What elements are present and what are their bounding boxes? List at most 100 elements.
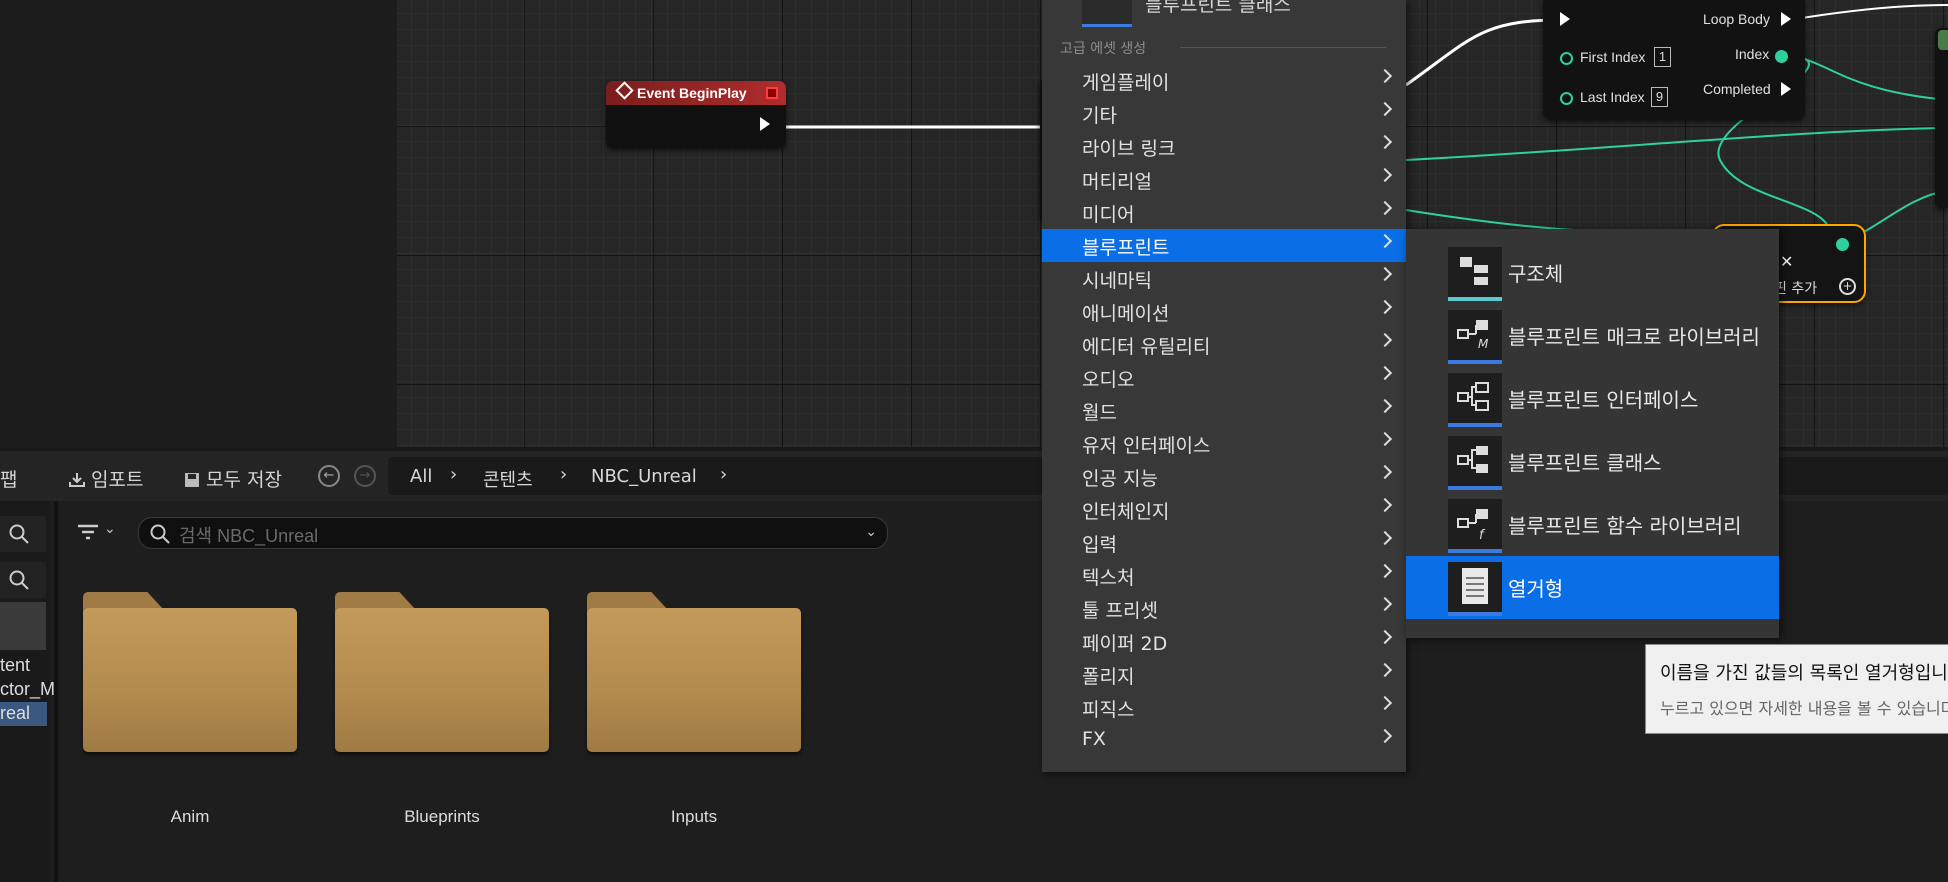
forward-icon[interactable]: → xyxy=(354,465,376,487)
breadcrumb-chevron-icon[interactable]: › xyxy=(560,464,567,485)
search-icon xyxy=(9,570,29,590)
struct-icon xyxy=(1460,257,1488,285)
exec-out-pin[interactable] xyxy=(760,117,770,131)
tree-item-nbc-unreal[interactable]: real xyxy=(0,703,30,724)
last-index-value[interactable]: 9 xyxy=(1651,87,1668,107)
last-index-label: Last Index xyxy=(1580,89,1645,105)
add-pin-label[interactable]: 핀 추가 xyxy=(1774,278,1817,298)
menu-item[interactable]: 시네마틱 xyxy=(1042,262,1406,295)
panel-splitter[interactable] xyxy=(54,501,58,882)
breadcrumb-nbc-unreal[interactable]: NBC_Unreal xyxy=(591,466,697,487)
submenu-item[interactable]: f 블루프린트 함수 라이브러리 xyxy=(1406,493,1779,556)
submenu-item[interactable]: M 블루프린트 매크로 라이브러리 xyxy=(1406,304,1779,367)
chevron-right-icon xyxy=(1377,266,1393,282)
advanced-asset-section-header: 고급 에셋 생성 xyxy=(1060,41,1147,57)
menu-item[interactable]: 인터체인지 xyxy=(1042,493,1406,526)
chevron-right-icon xyxy=(1377,431,1393,447)
menu-item[interactable]: 피직스 xyxy=(1042,691,1406,724)
submenu-item[interactable]: 구조체 xyxy=(1406,241,1779,304)
index-pin[interactable] xyxy=(1775,50,1788,63)
tree-search-button[interactable] xyxy=(0,516,46,552)
menu-item-blueprint-class[interactable]: 블루프린트 클래스 xyxy=(1145,0,1291,17)
tree-search-button-2[interactable] xyxy=(0,562,46,598)
tree-header-selected[interactable] xyxy=(0,602,46,650)
menu-item[interactable]: 입력 xyxy=(1042,526,1406,559)
first-index-pin[interactable] xyxy=(1560,52,1573,65)
asset-thumbnail xyxy=(1448,436,1502,490)
first-index-value[interactable]: 1 xyxy=(1654,47,1671,67)
tree-item-content[interactable]: tent xyxy=(0,655,30,676)
menu-item-label: 유저 인터페이스 xyxy=(1082,435,1211,457)
menu-item[interactable]: 미디어 xyxy=(1042,196,1406,229)
loop-body-pin[interactable] xyxy=(1781,12,1791,26)
submenu-item-label: 블루프린트 함수 라이브러리 xyxy=(1508,514,1742,538)
breadcrumb-content[interactable]: 콘텐츠 xyxy=(483,466,533,492)
delegate-pin-icon[interactable] xyxy=(766,87,778,99)
submenu-item[interactable]: 열거형 xyxy=(1406,556,1779,619)
filter-button[interactable]: ⌄ xyxy=(74,518,128,546)
chevron-right-icon xyxy=(1377,101,1393,117)
menu-item-label: 페이퍼 2D xyxy=(1082,633,1168,655)
submenu-item[interactable]: 블루프린트 인터페이스 xyxy=(1406,367,1779,430)
chevron-right-icon xyxy=(1377,695,1393,711)
menu-item[interactable]: 머티리얼 xyxy=(1042,163,1406,196)
menu-item-label: 텍스처 xyxy=(1082,567,1135,589)
breadcrumb-chevron-icon[interactable]: › xyxy=(450,464,457,485)
tooltip-description: 이름을 가진 값들의 목록인 열거형입니다 xyxy=(1660,663,1948,684)
menu-item[interactable]: 기타 xyxy=(1042,97,1406,130)
exec-in-pin[interactable] xyxy=(1560,12,1570,26)
function-library-icon: f xyxy=(1457,509,1488,543)
completed-pin[interactable] xyxy=(1781,82,1791,96)
close-icon[interactable]: ✕ xyxy=(1780,252,1793,271)
submenu-item[interactable]: 블루프린트 클래스 xyxy=(1406,430,1779,493)
search-placeholder: 검색 NBC_Unreal xyxy=(179,526,319,546)
menu-item[interactable]: 오디오 xyxy=(1042,361,1406,394)
for-loop-node[interactable]: Loop Body First Index 1 Index Last Index… xyxy=(1543,0,1805,120)
menu-item[interactable]: 텍스처 xyxy=(1042,559,1406,592)
asset-thumbnail: f xyxy=(1448,499,1502,553)
save-all-button[interactable]: 모두 저장 xyxy=(183,465,282,492)
menu-item[interactable]: 페이퍼 2D xyxy=(1042,625,1406,658)
section-divider xyxy=(1180,47,1386,48)
chevron-right-icon xyxy=(1377,662,1393,678)
menu-item[interactable]: 월드 xyxy=(1042,394,1406,427)
menu-item[interactable]: FX xyxy=(1042,724,1406,757)
chevron-right-icon xyxy=(1377,629,1393,645)
breadcrumb-all[interactable]: All xyxy=(410,466,432,487)
menu-item[interactable]: 블루프린트 xyxy=(1042,229,1406,262)
output-pin[interactable] xyxy=(1836,238,1849,251)
add-pin-icon[interactable]: + xyxy=(1839,278,1856,295)
asset-search-input[interactable]: 검색 NBC_Unreal ⌄ xyxy=(138,517,888,549)
blueprint-class-icon xyxy=(1457,446,1488,473)
menu-item[interactable]: 폴리지 xyxy=(1042,658,1406,691)
back-icon[interactable]: ← xyxy=(318,465,340,487)
menu-item-label: 툴 프리셋 xyxy=(1082,600,1158,622)
chevron-down-icon[interactable]: ⌄ xyxy=(865,524,877,540)
filter-icon xyxy=(78,524,98,540)
menu-item-label: 에디터 유틸리티 xyxy=(1082,336,1211,358)
event-beginplay-node[interactable]: Event BeginPlay xyxy=(606,81,786,148)
menu-item[interactable]: 인공 지능 xyxy=(1042,460,1406,493)
folder-blueprints[interactable] xyxy=(335,592,549,752)
tree-item-actor[interactable]: ctor_M xyxy=(0,679,55,700)
menu-item[interactable]: 라이브 링크 xyxy=(1042,130,1406,163)
menu-item[interactable]: 유저 인터페이스 xyxy=(1042,427,1406,460)
menu-item[interactable]: 툴 프리셋 xyxy=(1042,592,1406,625)
graph-node-partial-right[interactable] xyxy=(1935,28,1948,208)
menu-item[interactable]: 애니메이션 xyxy=(1042,295,1406,328)
folder-inputs[interactable] xyxy=(587,592,801,752)
chevron-right-icon xyxy=(1377,728,1393,744)
menu-item[interactable]: 에디터 유틸리티 xyxy=(1042,328,1406,361)
menu-item[interactable]: 게임플레이 xyxy=(1042,64,1406,97)
menu-item-label: 폴리지 xyxy=(1082,666,1135,688)
chevron-right-icon xyxy=(1377,167,1393,183)
folder-anim[interactable] xyxy=(83,592,297,752)
import-button[interactable]: 임포트 xyxy=(68,465,143,492)
last-index-pin[interactable] xyxy=(1560,92,1573,105)
submenu-item-label: 열거형 xyxy=(1508,577,1564,601)
fab-button[interactable]: 팹 xyxy=(0,465,17,492)
svg-text:M: M xyxy=(1478,337,1489,351)
blueprint-class-thumb-icon[interactable] xyxy=(1082,0,1132,27)
breadcrumb-chevron-icon[interactable]: › xyxy=(720,464,727,485)
asset-thumbnail xyxy=(1448,373,1502,427)
